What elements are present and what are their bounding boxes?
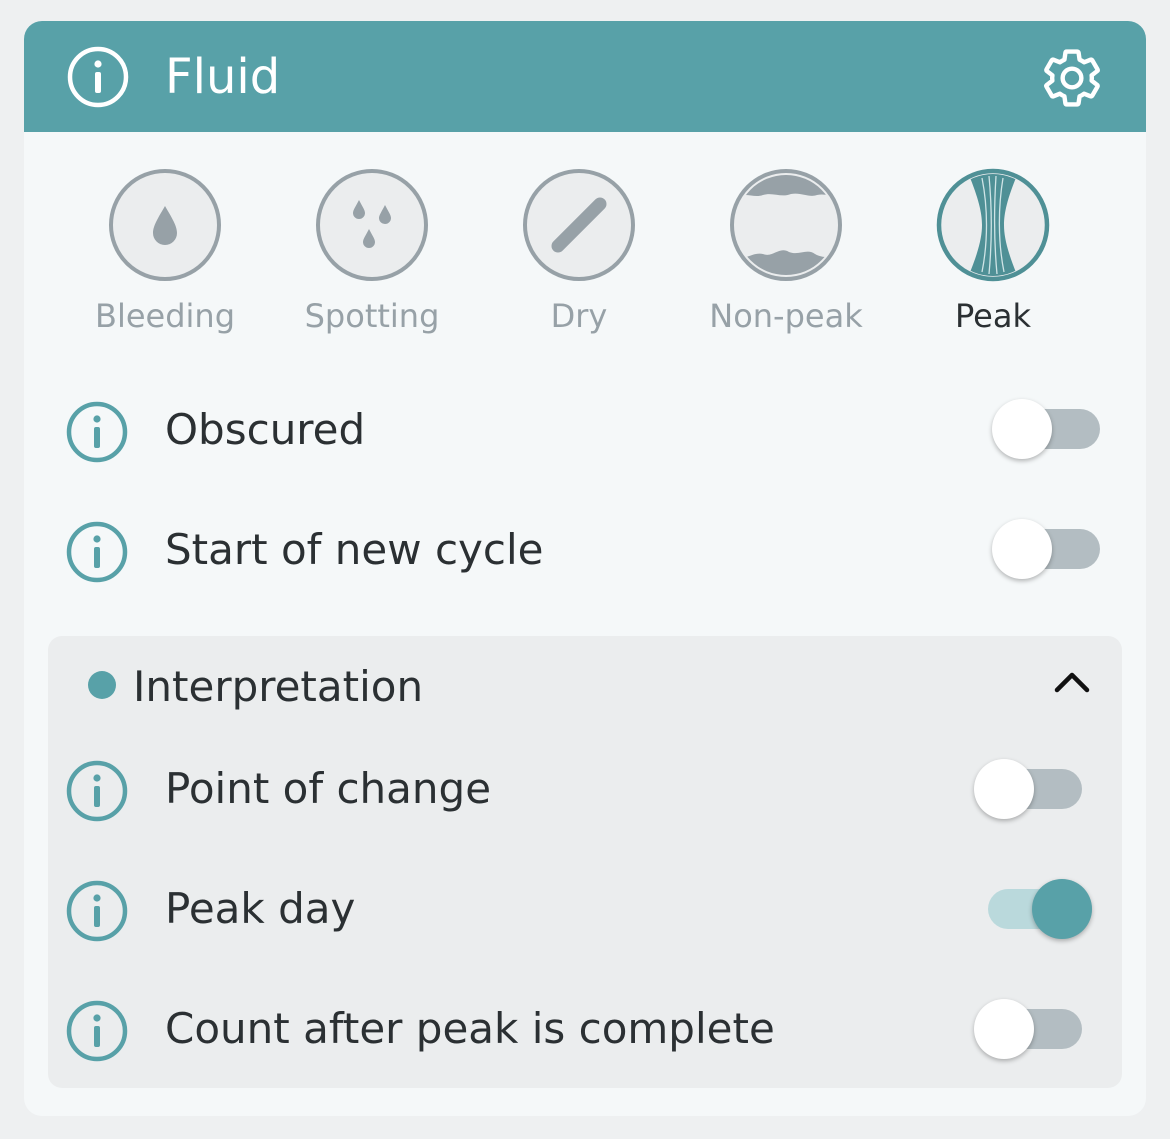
toggle-label: Point of change [165, 764, 492, 813]
fluid-option-label: Bleeding [94, 297, 235, 335]
fluid-option-peak[interactable]: Peak [893, 168, 1093, 348]
fluid-option-label: Peak [955, 297, 1031, 335]
point-of-change-toggle[interactable] [974, 757, 1086, 821]
fluid-card: Fluid Bleeding Spotting Dry Non-peak Pea… [24, 21, 1146, 1116]
gear-icon[interactable] [1039, 45, 1105, 115]
obscured-toggle[interactable] [992, 397, 1104, 461]
toggle-row-peak-day: Peak day [24, 871, 1146, 951]
info-icon[interactable] [65, 400, 129, 468]
drops-icon [315, 168, 429, 282]
toggle-knob [1032, 879, 1092, 939]
toggle-knob [992, 519, 1052, 579]
fluid-option-label: Non-peak [709, 297, 863, 335]
toggle-knob [974, 999, 1034, 1059]
toggle-label: Count after peak is complete [165, 1004, 775, 1053]
toggle-knob [974, 759, 1034, 819]
toggle-label: Peak day [165, 884, 356, 933]
toggle-knob [992, 399, 1052, 459]
count-after-peak-toggle[interactable] [974, 997, 1086, 1061]
status-dot [88, 671, 116, 699]
info-icon[interactable] [65, 759, 129, 827]
toggle-row-count-after-peak: Count after peak is complete [24, 991, 1146, 1071]
interpretation-section: Interpretation Point of change Peak day … [48, 636, 1122, 1088]
drop-icon [108, 168, 222, 282]
info-icon[interactable] [65, 999, 129, 1067]
slash-icon [522, 168, 636, 282]
toggle-label: Obscured [165, 405, 366, 454]
peak-day-toggle[interactable] [984, 877, 1096, 941]
info-icon[interactable] [65, 520, 129, 588]
toggle-row-obscured: Obscured [24, 392, 1146, 472]
fluid-option-non-peak[interactable]: Non-peak [686, 168, 886, 348]
card-title: Fluid [165, 49, 281, 105]
fluid-option-label: Dry [550, 297, 608, 335]
fluid-option-bleeding[interactable]: Bleeding [65, 168, 265, 348]
chevron-up-icon[interactable] [1052, 666, 1092, 700]
fluid-option-label: Spotting [304, 297, 440, 335]
toggle-row-start-of-new-cycle: Start of new cycle [24, 512, 1146, 592]
fluid-option-spotting[interactable]: Spotting [272, 168, 472, 348]
start-of-new-cycle-toggle[interactable] [992, 517, 1104, 581]
non-peak-icon [729, 168, 843, 282]
info-icon[interactable] [65, 879, 129, 947]
info-icon[interactable] [66, 45, 130, 113]
interpretation-title: Interpretation [133, 662, 424, 711]
card-header: Fluid [24, 21, 1146, 132]
fluid-option-dry[interactable]: Dry [479, 168, 679, 348]
toggle-row-point-of-change: Point of change [24, 751, 1146, 831]
peak-icon [936, 168, 1050, 282]
toggle-label: Start of new cycle [165, 525, 544, 574]
